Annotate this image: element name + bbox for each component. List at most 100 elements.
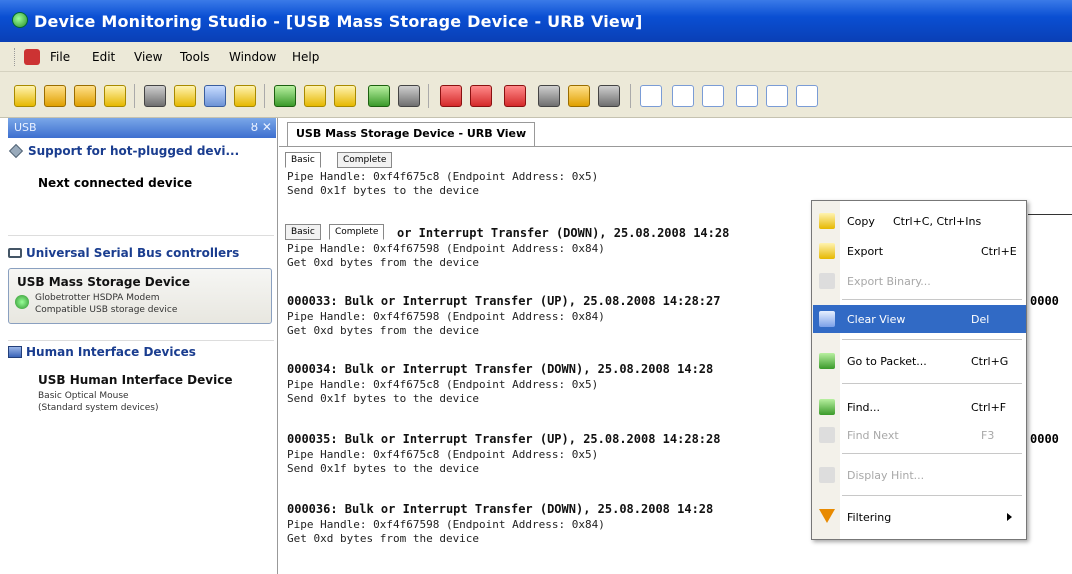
packet-header[interactable]: 000033: Bulk or Interrupt Transfer (UP),…	[287, 294, 720, 308]
packet-pipe: Pipe Handle: 0xf4f67598 (Endpoint Addres…	[287, 242, 605, 255]
menu-label: Filtering	[847, 511, 892, 524]
paste-icon[interactable]	[204, 85, 226, 107]
view-tabstrip: Basic Complete	[285, 224, 405, 240]
find-icon	[819, 399, 835, 415]
app-icon	[12, 12, 28, 28]
tab-complete[interactable]: Complete	[329, 224, 385, 240]
menu-file[interactable]: File	[50, 50, 70, 64]
menu-item-go-to-packet[interactable]: Go to Packet... Ctrl+G	[813, 347, 1026, 375]
find-page-icon[interactable]	[304, 85, 326, 107]
hid-title: Human Interface Devices	[26, 345, 196, 359]
packet-header[interactable]: 000035: Bulk or Interrupt Transfer (UP),…	[287, 432, 720, 446]
menu-item-copy[interactable]: Copy Ctrl+C, Ctrl+Ins	[813, 207, 1026, 235]
bookmark-prev-icon[interactable]	[504, 85, 526, 107]
device-panel: USB ȣ ✕ Support for hot-plugged devi... …	[0, 118, 278, 574]
menu-help[interactable]: Help	[292, 50, 319, 64]
packet-pipe: Pipe Handle: 0xf4f675c8 (Endpoint Addres…	[287, 170, 599, 183]
cut-icon[interactable]	[144, 85, 166, 107]
device-status-icon	[15, 295, 29, 309]
hid-header[interactable]: Human Interface Devices	[8, 345, 274, 359]
chart-area-3-icon[interactable]	[796, 85, 818, 107]
packet-header[interactable]: 000036: Bulk or Interrupt Transfer (DOWN…	[287, 502, 713, 516]
new-icon[interactable]	[14, 85, 36, 107]
panel-pin-close-icon[interactable]: ȣ ✕	[251, 120, 272, 134]
menu-shortcut: Ctrl+F	[971, 401, 1007, 414]
packet-pipe: Pipe Handle: 0xf4f67598 (Endpoint Addres…	[287, 310, 605, 323]
menu-item-find[interactable]: Find... Ctrl+F	[813, 393, 1026, 421]
chart-area-2-icon[interactable]	[766, 85, 788, 107]
tab-basic[interactable]: Basic	[285, 224, 321, 240]
device-line2: Compatible USB storage device	[35, 305, 178, 315]
document-tab[interactable]: USB Mass Storage Device - URB View	[287, 122, 536, 146]
packet-header-tail: 0000	[1030, 294, 1059, 308]
next-connected-device[interactable]: Next connected device	[38, 176, 192, 190]
hotplug-section: Support for hot-plugged devi... Next con…	[8, 143, 274, 236]
menu-shortcut: Ctrl+C, Ctrl+Ins	[893, 215, 982, 228]
tab-complete[interactable]: Complete	[337, 152, 393, 168]
usb-controllers-title: Universal Serial Bus controllers	[26, 246, 240, 260]
packet-header[interactable]: or Interrupt Transfer (DOWN), 25.08.2008…	[397, 226, 729, 240]
device-name: USB Mass Storage Device	[17, 275, 191, 289]
toolbar-separator	[630, 84, 631, 108]
menu-tools[interactable]: Tools	[180, 50, 210, 64]
hid-icon	[8, 346, 22, 358]
go-to-packet-icon	[819, 353, 835, 369]
go-to-packet-icon[interactable]	[274, 85, 296, 107]
menu-label: Export Binary...	[847, 275, 931, 288]
usb-icon	[8, 248, 22, 258]
find-next-icon	[819, 427, 835, 443]
menu-item-clear-view[interactable]: Clear View Del	[813, 305, 1026, 333]
export-icon	[819, 243, 835, 259]
menu-label: Go to Packet...	[847, 355, 927, 368]
menu-item-export-binary[interactable]: Export Binary...	[813, 267, 1026, 295]
toolbar-separator	[428, 84, 429, 108]
copy-icon[interactable]	[174, 85, 196, 107]
bookmark-next-icon[interactable]	[470, 85, 492, 107]
device-line1: Globetrotter HSDPA Modem	[35, 293, 160, 303]
menu-label: Clear View	[847, 313, 906, 326]
toolbar-separator	[134, 84, 135, 108]
menu-item-display-hint[interactable]: Display Hint...	[813, 461, 1026, 489]
menu-item-find-next[interactable]: Find Next F3	[813, 421, 1026, 449]
chart-line-2-icon[interactable]	[702, 85, 724, 107]
menu-label: Display Hint...	[847, 469, 925, 482]
find-next-icon[interactable]	[398, 85, 420, 107]
save-all-icon[interactable]	[74, 85, 96, 107]
menu-item-export[interactable]: Export Ctrl+E	[813, 237, 1026, 265]
find-page-next-icon[interactable]	[334, 85, 356, 107]
menu-item-filtering[interactable]: Filtering	[813, 503, 1026, 531]
panel-title: USB	[14, 121, 37, 134]
menu-view[interactable]: View	[134, 50, 162, 64]
menu-window[interactable]: Window	[229, 50, 276, 64]
usb-mass-storage-card[interactable]: USB Mass Storage Device Globetrotter HSD…	[8, 268, 272, 324]
menu-separator	[842, 453, 1022, 454]
packet-get: Get 0xd bytes from the device	[287, 256, 480, 269]
menu-separator	[842, 339, 1022, 340]
hotplug-title: Support for hot-plugged devi...	[28, 144, 240, 158]
toolbar	[0, 72, 1072, 118]
chart-area-icon[interactable]	[736, 85, 758, 107]
hid-device-name[interactable]: USB Human Interface Device	[38, 373, 232, 387]
menu-label: Find Next	[847, 429, 899, 442]
menu-separator	[842, 495, 1022, 496]
packet-pipe: Pipe Handle: 0xf4f67598 (Endpoint Addres…	[287, 518, 605, 531]
packet-get: Get 0xd bytes from the device	[287, 324, 480, 337]
usb-controllers-header[interactable]: Universal Serial Bus controllers	[8, 246, 274, 260]
hotplug-header[interactable]: Support for hot-plugged devi...	[8, 143, 274, 159]
close-document-icon[interactable]	[104, 85, 126, 107]
export-icon[interactable]	[234, 85, 256, 107]
packet-pipe: Pipe Handle: 0xf4f675c8 (Endpoint Addres…	[287, 378, 599, 391]
packet-header[interactable]: 000034: Bulk or Interrupt Transfer (DOWN…	[287, 362, 713, 376]
chart-line-icon[interactable]	[672, 85, 694, 107]
stop-icon[interactable]	[598, 85, 620, 107]
menu-grip	[14, 48, 17, 66]
menu-edit[interactable]: Edit	[92, 50, 115, 64]
chart-icon[interactable]	[640, 85, 662, 107]
pause-icon[interactable]	[568, 85, 590, 107]
find-icon[interactable]	[368, 85, 390, 107]
record-icon[interactable]	[538, 85, 560, 107]
save-icon[interactable]	[44, 85, 66, 107]
tab-basic[interactable]: Basic	[285, 152, 321, 168]
app-menu-icon[interactable]	[24, 49, 40, 65]
bookmark-icon[interactable]	[440, 85, 462, 107]
